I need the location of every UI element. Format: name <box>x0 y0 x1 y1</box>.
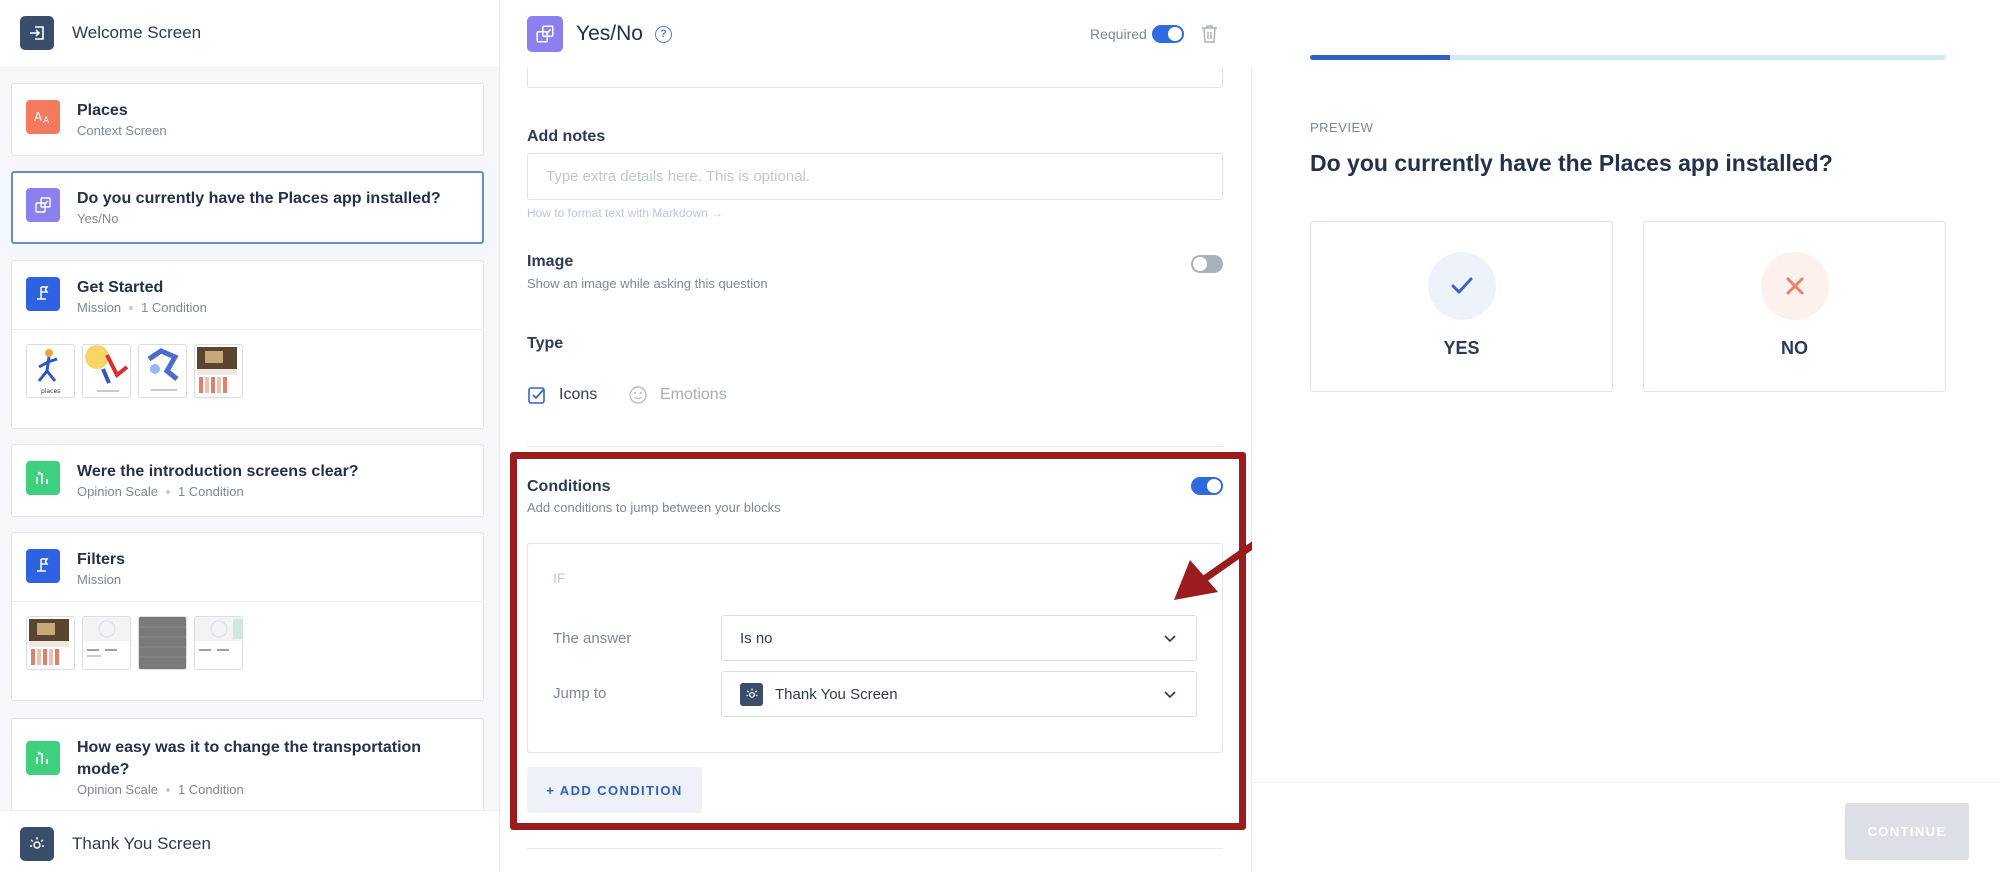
add-notes-label: Add notes <box>527 128 606 145</box>
image-toggle[interactable] <box>1191 255 1223 273</box>
yes-no-icon <box>26 188 60 222</box>
block-title: Places <box>77 102 128 119</box>
svg-text:A: A <box>43 116 50 125</box>
text-icon: AA <box>26 100 60 134</box>
thank-you-screen-item[interactable]: Thank You Screen <box>0 810 499 872</box>
chevron-down-icon <box>1164 635 1176 643</box>
screen-thumbnail[interactable] <box>82 616 131 670</box>
jump-to-select-value: Thank You Screen <box>775 685 898 703</box>
image-description: Show an image while asking this question <box>527 276 768 291</box>
block-meta: Opinion Scale 1 Condition <box>77 484 359 499</box>
progress-bar <box>1310 55 1946 60</box>
cross-icon <box>1761 252 1829 320</box>
conditions-description: Add conditions to jump between your bloc… <box>527 500 781 515</box>
no-choice[interactable]: NO <box>1643 221 1946 392</box>
type-option-label: Icons <box>559 386 598 403</box>
block-meta: Mission 1 Condition <box>77 300 207 315</box>
yes-choice[interactable]: YES <box>1310 221 1613 392</box>
preview-question: Do you currently have the Places app ins… <box>1310 150 1833 176</box>
block-card-filters[interactable]: Filters Mission <box>11 532 484 701</box>
opinion-scale-icon <box>26 741 60 775</box>
block-meta: Opinion Scale 1 Condition <box>77 782 421 797</box>
jump-to-label: Jump to <box>553 685 607 702</box>
mission-icon <box>26 277 60 311</box>
svg-text:A: A <box>34 110 43 124</box>
screen-thumbnail[interactable] <box>82 344 131 398</box>
markdown-help-link[interactable]: How to format text with Markdown → <box>527 206 723 220</box>
type-option-emotions[interactable]: Emotions <box>628 385 727 405</box>
block-title-line-2: mode? <box>77 761 130 778</box>
condition-count: 1 Condition <box>177 484 244 499</box>
thank-you-screen-label: Thank You Screen <box>72 833 211 853</box>
required-label: Required <box>1090 26 1147 42</box>
checkbox-icon <box>528 387 545 404</box>
notes-input[interactable]: Type extra details here. This is optiona… <box>527 153 1223 200</box>
progress-fill <box>1310 55 1450 60</box>
condition-count: 1 Condition <box>141 300 207 315</box>
screen-thumbnail[interactable] <box>194 344 243 398</box>
welcome-screen-item[interactable]: Welcome Screen <box>0 0 499 66</box>
editor-header: Yes/No ? Required <box>500 0 1252 68</box>
block-type: Opinion Scale <box>77 484 158 499</box>
block-title: Get Started <box>77 279 164 296</box>
block-title: Filters <box>77 551 126 568</box>
block-type: Yes/No <box>77 211 119 226</box>
yes-no-icon <box>527 16 563 52</box>
mission-icon <box>26 549 60 583</box>
trash-icon[interactable] <box>1201 24 1218 44</box>
help-icon[interactable]: ? <box>654 25 672 43</box>
block-type: Mission <box>77 572 122 587</box>
block-editor: Yes/No ? Required Add notes Type extra d… <box>500 0 1252 872</box>
conditions-label: Conditions <box>527 478 611 495</box>
welcome-screen-label: Welcome Screen <box>72 23 202 42</box>
checkmark-icon <box>1428 252 1496 320</box>
block-title: Do you currently have the Places app ins… <box>77 190 441 207</box>
image-label: Image <box>527 253 574 270</box>
condition-count: 1 Condition <box>177 782 244 797</box>
screen-thumbnail[interactable] <box>138 616 187 670</box>
no-label: NO <box>1781 338 1808 358</box>
block-type: Mission <box>77 300 122 315</box>
add-condition-button[interactable]: + ADD CONDITION <box>527 767 702 813</box>
thumbnail-caption: places <box>41 388 60 395</box>
type-label: Type <box>527 335 564 352</box>
block-card-intro-clear[interactable]: Were the introduction screens clear? Opi… <box>11 444 484 517</box>
answer-select-value: Is no <box>740 629 773 647</box>
sparkle-icon <box>740 682 763 706</box>
if-label: IF <box>553 570 566 586</box>
block-card-get-started[interactable]: Get Started Mission 1 Condition places <box>11 260 484 429</box>
continue-button[interactable]: CONTINUE <box>1845 803 1969 860</box>
question-input[interactable] <box>527 66 1223 88</box>
screen-thumbnail[interactable] <box>194 616 243 670</box>
smiley-icon <box>629 386 647 404</box>
screen-thumbnail[interactable] <box>26 616 75 670</box>
yes-label: YES <box>1443 338 1480 358</box>
opinion-scale-icon <box>26 461 60 495</box>
answer-label: The answer <box>553 630 632 647</box>
screen-thumbnail[interactable]: places <box>26 344 75 398</box>
block-title: Were the introduction screens clear? <box>77 463 359 480</box>
conditions-toggle[interactable] <box>1191 477 1223 495</box>
preview-panel: PREVIEW Do you currently have the Places… <box>1252 0 2000 872</box>
type-option-label: Emotions <box>660 386 727 403</box>
block-title-line-1: How easy was it to change the transporta… <box>77 739 422 756</box>
block-card-yes-no[interactable]: Do you currently have the Places app ins… <box>11 171 484 244</box>
enter-icon <box>20 16 54 50</box>
answer-select[interactable]: Is no <box>721 615 1197 661</box>
condition-rule: IF The answer Is no Jump to Thank You Sc… <box>527 543 1223 753</box>
block-card-places[interactable]: AA Places Context Screen <box>11 83 484 156</box>
required-toggle[interactable] <box>1152 25 1184 43</box>
block-card-transport-mode[interactable]: How easy was it to change the transporta… <box>11 718 484 818</box>
chevron-down-icon <box>1164 691 1176 699</box>
sparkle-icon <box>20 826 54 861</box>
jump-to-select[interactable]: Thank You Screen <box>721 671 1197 717</box>
block-type: Context Screen <box>77 123 167 138</box>
screen-thumbnail[interactable] <box>138 344 187 398</box>
preview-label: PREVIEW <box>1310 120 1374 135</box>
block-type: Opinion Scale <box>77 782 158 797</box>
block-type-title: Yes/No <box>576 22 643 45</box>
type-option-icons[interactable]: Icons <box>527 385 597 405</box>
block-sidebar: Welcome Screen AA Places Context Screen … <box>0 0 500 872</box>
